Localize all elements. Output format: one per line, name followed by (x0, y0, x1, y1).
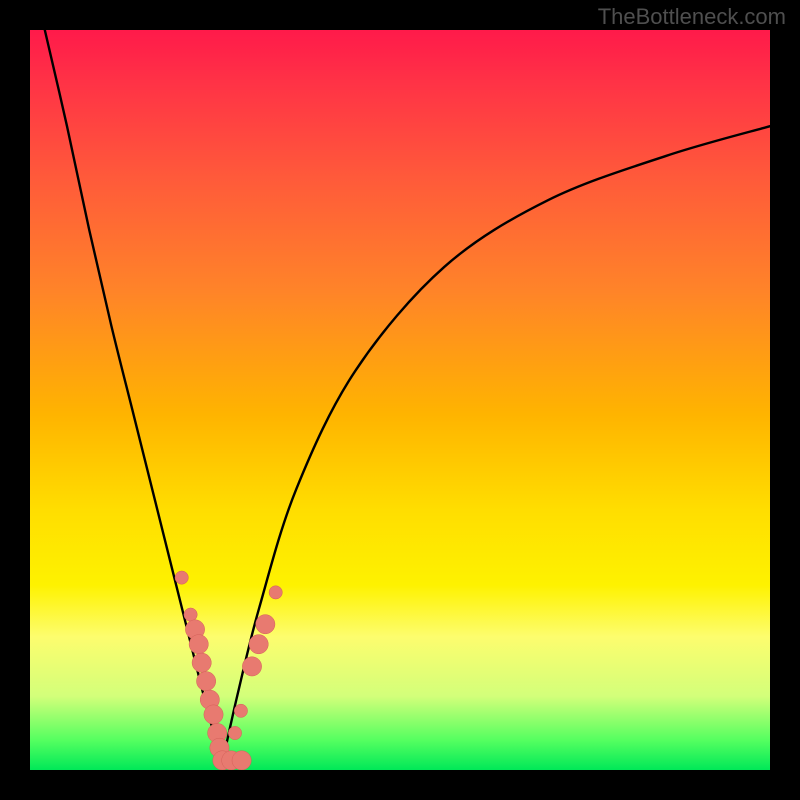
data-marker (242, 657, 261, 676)
data-marker (204, 705, 223, 724)
data-marker (234, 704, 247, 717)
data-marker (228, 726, 241, 739)
curve-right-branch (222, 126, 770, 762)
curve-layer (45, 30, 770, 763)
chart-frame: TheBottleneck.com (0, 0, 800, 800)
data-marker (232, 751, 251, 770)
data-marker (197, 672, 216, 691)
marker-layer (175, 571, 282, 770)
data-marker (192, 653, 211, 672)
data-marker (256, 615, 275, 634)
data-marker (249, 635, 268, 654)
plot-area (30, 30, 770, 770)
data-marker (189, 635, 208, 654)
data-marker (269, 586, 282, 599)
chart-svg (30, 30, 770, 770)
data-marker (184, 608, 197, 621)
watermark-text: TheBottleneck.com (598, 4, 786, 30)
data-marker (175, 571, 188, 584)
